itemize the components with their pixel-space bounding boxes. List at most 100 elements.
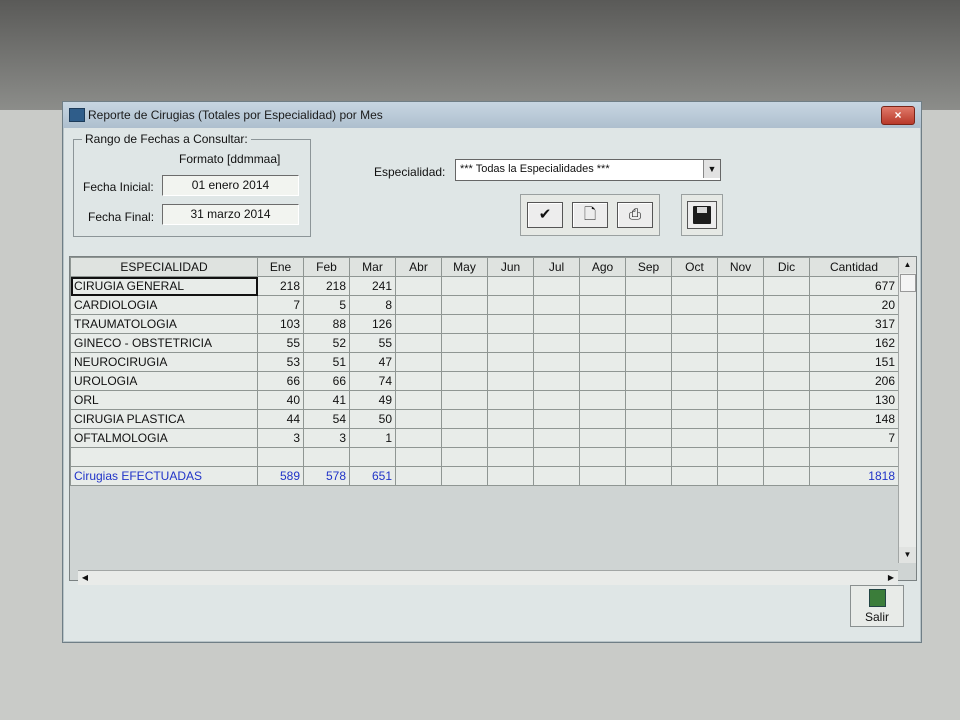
month-cell[interactable] [625,295,672,315]
table-row[interactable]: CIRUGIA GENERAL 218 218 241 677 [70,276,899,296]
month-cell[interactable] [395,466,442,486]
month-cell[interactable] [441,352,488,372]
month-cell[interactable] [395,352,442,372]
month-cell[interactable]: 41 [303,390,350,410]
month-cell[interactable] [763,428,810,448]
month-cell[interactable]: 5 [303,295,350,315]
horizontal-scrollbar[interactable]: ◀ ▶ [78,570,898,585]
month-cell[interactable] [625,371,672,391]
month-cell[interactable]: 651 [349,466,396,486]
month-cell[interactable] [395,428,442,448]
month-cell[interactable] [671,428,718,448]
table-row[interactable]: TRAUMATOLOGIA 103 88 126 317 [70,314,899,334]
title-bar[interactable]: Reporte de Cirugias (Totales por Especia… [63,102,921,128]
close-button[interactable]: × [881,106,915,125]
month-cell[interactable] [395,276,442,296]
exit-button[interactable]: Salir [850,585,904,627]
quantity-cell[interactable]: 148 [809,409,899,429]
month-cell[interactable] [717,409,764,429]
month-cell[interactable] [717,352,764,372]
start-date-field[interactable]: 01 enero 2014 [162,175,299,196]
month-cell[interactable] [395,295,442,315]
month-cell[interactable]: 103 [257,314,304,334]
month-cell[interactable] [717,371,764,391]
column-header[interactable]: Abr [395,257,442,277]
month-cell[interactable]: 1 [349,428,396,448]
month-cell[interactable] [441,466,488,486]
month-cell[interactable] [763,390,810,410]
month-cell[interactable] [717,295,764,315]
month-cell[interactable] [625,428,672,448]
column-header[interactable]: Sep [625,257,672,277]
month-cell[interactable] [533,314,580,334]
month-cell[interactable]: 51 [303,352,350,372]
month-cell[interactable]: 52 [303,333,350,353]
month-cell[interactable] [579,333,626,353]
column-header[interactable]: Ene [257,257,304,277]
specialty-cell[interactable]: CIRUGIA PLASTICA [70,409,258,429]
month-cell[interactable]: 53 [257,352,304,372]
quantity-cell[interactable]: 317 [809,314,899,334]
month-cell[interactable] [625,390,672,410]
month-cell[interactable]: 8 [349,295,396,315]
month-cell[interactable]: 47 [349,352,396,372]
month-cell[interactable] [579,295,626,315]
scroll-up-icon[interactable]: ▲ [899,257,916,273]
month-cell[interactable] [533,409,580,429]
month-cell[interactable] [487,295,534,315]
column-header[interactable]: May [441,257,488,277]
month-cell[interactable]: 88 [303,314,350,334]
month-cell[interactable] [717,314,764,334]
month-cell[interactable] [487,390,534,410]
month-cell[interactable] [717,390,764,410]
column-header[interactable]: Jul [533,257,580,277]
month-cell[interactable] [441,390,488,410]
quantity-cell[interactable]: 130 [809,390,899,410]
specialty-cell[interactable]: TRAUMATOLOGIA [70,314,258,334]
column-header[interactable]: Mar [349,257,396,277]
specialty-cell[interactable]: UROLOGIA [70,371,258,391]
specialty-select[interactable]: *** Todas la Especialidades *** ▼ [455,159,721,181]
month-cell[interactable] [671,295,718,315]
month-cell[interactable]: 3 [257,428,304,448]
month-cell[interactable]: 589 [257,466,304,486]
specialty-cell[interactable]: ORL [70,390,258,410]
month-cell[interactable] [763,333,810,353]
column-header[interactable]: ESPECIALIDAD [70,257,258,277]
table-row[interactable]: CIRUGIA PLASTICA 44 54 50 148 [70,409,899,429]
month-cell[interactable] [441,295,488,315]
month-cell[interactable] [671,352,718,372]
month-cell[interactable] [579,390,626,410]
month-cell[interactable] [763,466,810,486]
column-header[interactable]: Dic [763,257,810,277]
month-cell[interactable] [671,390,718,410]
specialty-cell[interactable]: CIRUGIA GENERAL [70,276,258,296]
month-cell[interactable] [671,276,718,296]
month-cell[interactable] [579,371,626,391]
month-cell[interactable] [717,333,764,353]
specialty-cell[interactable]: NEUROCIRUGIA [70,352,258,372]
scroll-down-icon[interactable]: ▼ [899,547,916,563]
quantity-cell[interactable]: 7 [809,428,899,448]
specialty-cell[interactable]: CARDIOLOGIA [70,295,258,315]
month-cell[interactable] [763,276,810,296]
month-cell[interactable] [717,428,764,448]
month-cell[interactable] [763,295,810,315]
scroll-right-icon[interactable]: ▶ [884,571,898,585]
month-cell[interactable] [487,352,534,372]
month-cell[interactable] [579,314,626,334]
save-button[interactable] [687,201,717,229]
month-cell[interactable] [395,390,442,410]
column-header[interactable]: Jun [487,257,534,277]
quantity-cell[interactable]: 20 [809,295,899,315]
month-cell[interactable]: 7 [257,295,304,315]
month-cell[interactable] [763,352,810,372]
month-cell[interactable] [625,466,672,486]
month-cell[interactable] [763,314,810,334]
month-cell[interactable] [441,428,488,448]
month-cell[interactable] [487,466,534,486]
month-cell[interactable] [395,371,442,391]
column-header[interactable]: Oct [671,257,718,277]
table-row[interactable]: GINECO - OBSTETRICIA 55 52 55 162 [70,333,899,353]
month-cell[interactable]: 578 [303,466,350,486]
